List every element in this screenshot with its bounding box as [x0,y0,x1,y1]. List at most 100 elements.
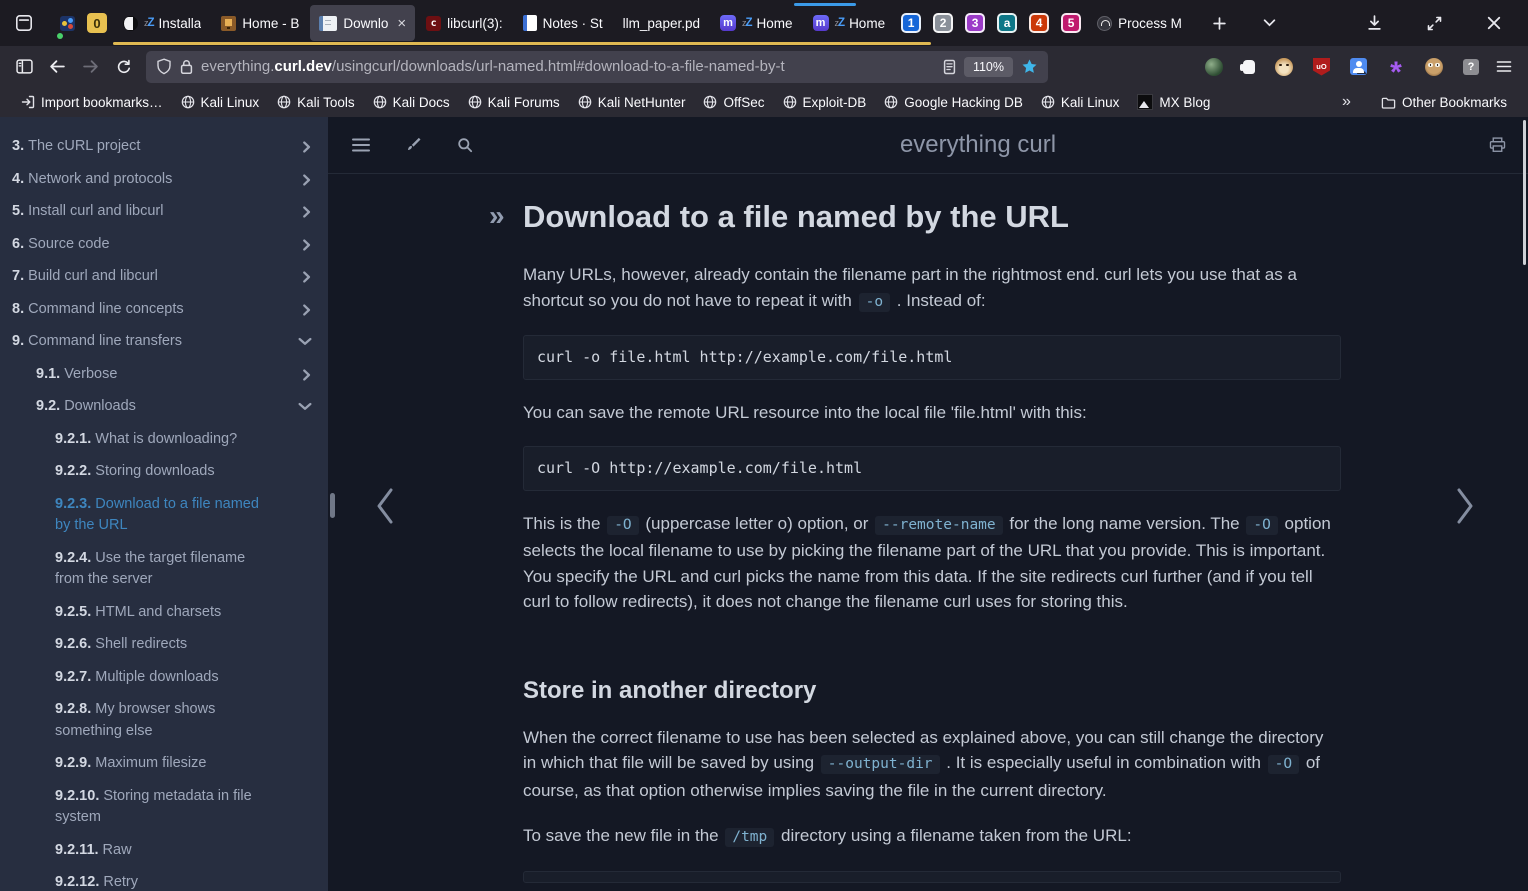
back-button[interactable] [41,52,74,82]
downloads-button[interactable] [1356,7,1392,39]
chevron-right-icon[interactable] [301,174,312,186]
sidebar-item-4[interactable]: 4.Network and protocols [0,164,328,197]
docs-header-icons [350,134,476,156]
book-favicon-icon [319,16,337,31]
reload-button[interactable] [107,52,140,82]
tab-overview-button[interactable] [6,7,42,39]
shield-icon[interactable] [156,58,172,75]
sidebar-item-8[interactable]: 8.Command line concepts [0,294,328,327]
sidebar-item-9-2[interactable]: 9.2.Downloads [0,391,328,424]
chevron-right-icon[interactable] [301,239,312,251]
new-tab-button[interactable] [1202,7,1238,39]
bookmark-item[interactable]: Kali NetHunter [569,93,695,112]
sidebar-item-9-2-6[interactable]: 9.2.6.Shell redirects [0,629,328,662]
theme-button[interactable] [402,134,424,156]
next-page-arrow[interactable] [1454,485,1476,527]
bookmark-item[interactable]: MX Blog [1128,92,1219,112]
menu-button[interactable] [1487,52,1520,82]
chevron-right-icon[interactable] [301,271,312,283]
tab-notes-st[interactable]: Notes · St [514,5,612,41]
tab-3[interactable]: 3 [960,5,990,41]
lock-icon[interactable] [180,59,193,75]
sidebar-item-7[interactable]: 7.Build curl and libcurl [0,261,328,294]
sidebar-item-5[interactable]: 5.Install curl and libcurl [0,196,328,229]
hand-extension-icon[interactable] [1243,60,1255,74]
previous-page-arrow[interactable] [374,485,396,527]
tab-installa[interactable]: zZInstalla [114,5,210,41]
toc-toggle-button[interactable] [350,134,372,156]
sidebar-item-9-2-5[interactable]: 9.2.5.HTML and charsets [0,597,328,630]
chevron-right-icon[interactable] [301,206,312,218]
tab-5[interactable]: 5 [1056,5,1086,41]
tab-2[interactable]: 2 [928,5,958,41]
sidebar-item-9-2-12[interactable]: 9.2.12.Retry [0,867,328,891]
tab-home[interactable]: mzZHome [804,5,895,41]
tab-llm-paper-pd[interactable]: llm_paper.pd [614,5,709,41]
list-all-tabs-button[interactable] [1252,7,1288,39]
chevron-right-icon[interactable] [301,141,312,153]
tab-downlo[interactable]: Downlo× [310,5,415,41]
ublock-extension-icon[interactable]: uO [1313,58,1330,76]
sidebar-item-9-2-2[interactable]: 9.2.2.Storing downloads [0,456,328,489]
containers-extension-icon[interactable] [1350,58,1367,75]
sidebar-item-9-2-8[interactable]: 9.2.8.My browser shows something else [0,694,328,748]
tab-1[interactable]: 1 [896,5,926,41]
bookmark-item[interactable]: Google Hacking DB [875,93,1032,112]
purple-star-extension-icon[interactable]: * [1387,52,1405,82]
close-window-button[interactable] [1476,7,1512,39]
url-bar[interactable]: everything.curl.dev/usingcurl/downloads/… [146,51,1048,83]
bookmark-item[interactable]: Kali Linux [1032,93,1129,112]
forward-button[interactable] [74,52,107,82]
sidebar-resize-handle[interactable] [330,493,335,518]
bookmark-item[interactable]: Kali Tools [268,93,364,112]
monkey-extension-icon[interactable] [1425,58,1443,76]
chevron-down-icon[interactable] [298,336,312,347]
tab-a[interactable]: a [992,5,1022,41]
heading-anchor[interactable]: » [489,200,505,232]
plus-icon [1212,16,1227,31]
globe-icon [373,95,387,109]
sidebar-item-9-2-3[interactable]: 9.2.3.Download to a file named by the UR… [0,489,328,543]
bookmarks-overflow-button[interactable]: » [1342,93,1350,111]
bookmark-item[interactable]: Kali Docs [364,93,459,112]
pinned-tab[interactable] [55,5,80,41]
search-button[interactable] [454,134,476,156]
sidebar-item-9-1[interactable]: 9.1.Verbose [0,359,328,392]
bookmark-item[interactable]: Kali Forums [459,93,569,112]
bookmark-item[interactable]: Exploit-DB [774,93,876,112]
page-scrollbar-thumb[interactable] [1523,120,1526,265]
tab-home[interactable]: mzZHome [711,5,802,41]
print-button[interactable] [1489,137,1506,153]
sidebar-item-9-2-9[interactable]: 9.2.9.Maximum filesize [0,748,328,781]
reader-mode-icon[interactable] [943,59,956,75]
bookmark-item[interactable]: OffSec [694,93,773,112]
site-title: everything curl [378,131,1528,159]
tab-close-icon[interactable]: × [397,16,406,31]
chevron-down-icon[interactable] [298,401,312,412]
sidebar-item-9[interactable]: 9.Command line transfers [0,326,328,359]
tab-home-b[interactable]: Home - B [212,5,308,41]
fullscreen-button[interactable] [1416,7,1452,39]
tab-0[interactable]: 0 [82,5,112,41]
tab-libcurl-3-[interactable]: clibcurl(3): [417,5,512,41]
sidebar-item-9-2-1[interactable]: 9.2.1.What is downloading? [0,424,328,457]
sidebar-item-9-2-4[interactable]: 9.2.4.Use the target filename from the s… [0,543,328,597]
green-orb-extension-icon[interactable] [1205,58,1223,76]
sidebar-item-6[interactable]: 6.Source code [0,229,328,262]
chevron-right-icon[interactable] [301,369,312,381]
bookmark-star-icon[interactable] [1021,58,1038,75]
hamster-extension-icon[interactable] [1275,58,1293,76]
sidebar-item-9-2-10[interactable]: 9.2.10.Storing metadata in file system [0,781,328,835]
tab-process-m[interactable]: Process M [1088,5,1191,41]
zoom-level-badge[interactable]: 110% [964,57,1013,77]
tab-4[interactable]: 4 [1024,5,1054,41]
bookmark-item[interactable]: Kali Linux [172,93,269,112]
other-bookmarks-button[interactable]: Other Bookmarks [1372,93,1516,112]
chevron-right-icon[interactable] [301,304,312,316]
sidebar-item-9-2-7[interactable]: 9.2.7.Multiple downloads [0,662,328,695]
sidebar-item-3[interactable]: 3.The cURL project [0,131,328,164]
help-box-extension-icon[interactable]: ? [1463,59,1479,75]
sidebar-item-9-2-11[interactable]: 9.2.11.Raw [0,835,328,868]
sidebar-toggle-button[interactable] [8,52,41,82]
import-bookmarks-button[interactable]: Import bookmarks… [12,93,172,112]
